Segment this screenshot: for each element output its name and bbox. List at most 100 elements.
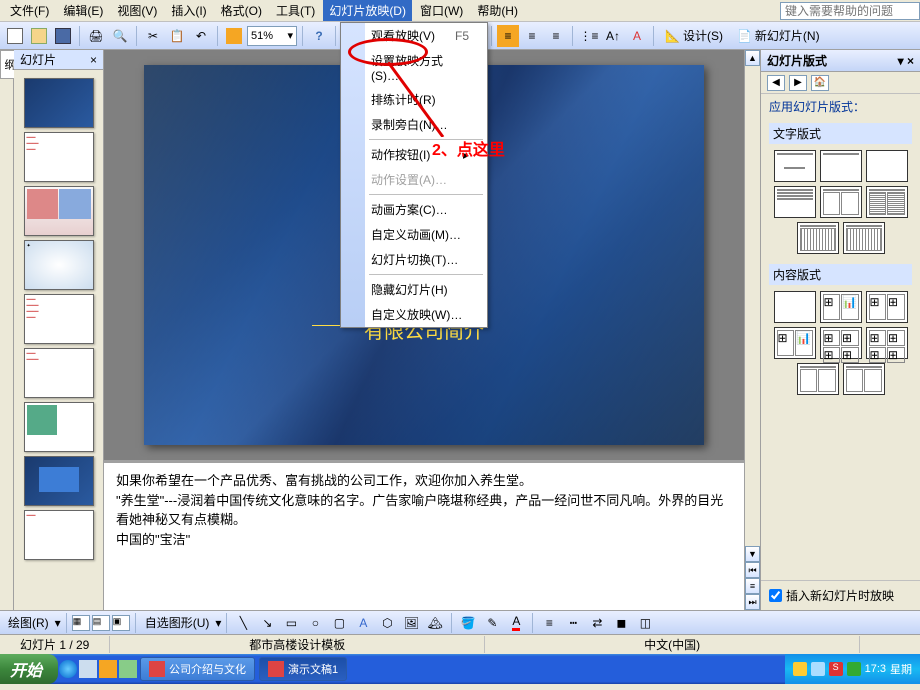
shadow-icon[interactable]: ◼ [610,612,632,634]
slide-thumb[interactable]: ━━━ [24,510,94,560]
layout-item[interactable] [820,186,862,218]
taskbar-item[interactable]: 演示文稿1 [259,657,347,681]
open-icon[interactable] [28,25,50,47]
layout-item[interactable]: ⊞⊞⊞⊞ [820,327,862,359]
menu-set-show[interactable]: 设置放映方式(S)… [341,48,487,87]
menu-tools[interactable]: 工具(T) [270,0,321,21]
layout-item[interactable] [866,186,908,218]
scroll-up-icon[interactable]: ▲ [745,50,760,66]
save-icon[interactable] [52,25,74,47]
fill-color-icon[interactable]: 🪣 [457,612,479,634]
dash-icon[interactable]: ┅ [562,612,584,634]
layout-item[interactable] [774,291,816,323]
layout-item[interactable]: ⊞⊞⊞⊞ [866,327,908,359]
tray-ime-icon[interactable]: S [829,662,843,676]
layout-item[interactable] [797,363,839,395]
wordart-icon[interactable]: A [352,612,374,634]
menu-custom-show[interactable]: 自定义放映(W)… [341,302,487,327]
ql-app2-icon[interactable] [119,660,137,678]
notes-pane[interactable]: 如果你希望在一个产品优秀、富有挑战的公司工作，欢迎你加入养生堂。 "养生堂"--… [104,460,744,610]
menu-help[interactable]: 帮助(H) [471,0,524,21]
picture-icon[interactable]: 🏔 [424,612,446,634]
arrow-icon[interactable]: ↘ [256,612,278,634]
help-search-input[interactable] [780,2,920,20]
cut-icon[interactable]: ✂ [142,25,164,47]
menu-hide-slide[interactable]: 隐藏幻灯片(H) [341,277,487,302]
system-tray[interactable]: S 17:3 星期 [785,654,920,684]
layout-item[interactable] [774,150,816,182]
slide-thumb[interactable]: ━━━━━━━━━━━━━━ [24,294,94,344]
bullets-icon[interactable]: ⋮≡ [578,25,600,47]
help-icon[interactable]: ? [308,25,330,47]
align-c-icon[interactable]: ≡ [521,25,543,47]
scroll-down-icon[interactable]: ▼ [745,546,760,562]
slide-thumb[interactable]: ✦ [24,240,94,290]
vertical-scrollbar[interactable]: ▲ ▼ ⏮ ≡ ⏭ [744,50,760,610]
draw-label[interactable]: 绘图(R) [4,614,53,631]
oval-icon[interactable]: ○ [304,612,326,634]
tray-vol-icon[interactable] [811,662,825,676]
menu-action-buttons[interactable]: 动作按钮(I)▸ [341,142,487,167]
prev-slide-icon[interactable]: ⏮ [745,562,760,578]
3d-icon[interactable]: ◫ [634,612,656,634]
ql-desktop-icon[interactable] [79,660,97,678]
menu-transition[interactable]: 幻灯片切换(T)… [341,247,487,272]
print-icon[interactable]: 🖨 [85,25,107,47]
line-weight-icon[interactable]: ≡ [538,612,560,634]
copy-icon[interactable]: 📋 [166,25,188,47]
align-l2-icon[interactable]: ≡ [497,25,519,47]
view-show-icon[interactable]: ▣ [112,615,130,631]
tray-time[interactable]: 17:3 [865,663,886,675]
menu-format[interactable]: 格式(O) [215,0,268,21]
layout-item[interactable]: ⊞📊 [820,291,862,323]
tray-day[interactable]: 星期 [890,661,912,677]
thumbs-scroll[interactable]: ━━━━━━━━━━ ✦ ━━━━━━━━━━━━━━ ━━━━━━━ ━━━ [14,70,103,610]
task-back-icon[interactable]: ◀ [767,75,785,91]
menu-rehearse[interactable]: 排练计时(R) [341,87,487,112]
layout-item[interactable] [797,222,839,254]
scroll-track[interactable] [745,66,760,546]
line-icon[interactable]: ╲ [232,612,254,634]
menu-record[interactable]: 录制旁白(N)… [341,112,487,137]
undo-icon[interactable]: ↶ [190,25,212,47]
view-normal-icon[interactable]: ▦ [72,615,90,631]
tray-net-icon[interactable] [847,662,861,676]
ql-app-icon[interactable] [99,660,117,678]
clipart-icon[interactable]: 🖼 [400,612,422,634]
tray-shield-icon[interactable] [793,662,807,676]
menu-window[interactable]: 窗口(W) [414,0,469,21]
menu-insert[interactable]: 插入(I) [165,0,212,21]
inc-size-icon[interactable]: A↑ [602,25,624,47]
view-sorter-icon[interactable]: ▤ [92,615,110,631]
thumbs-close-icon[interactable]: × [90,53,97,67]
slide-thumb[interactable] [24,186,94,236]
slide-thumb[interactable] [24,402,94,452]
insert-show-check[interactable] [769,589,782,602]
slide-nav-icon[interactable]: ≡ [745,578,760,594]
slide-thumb[interactable]: ━━━━━━━ [24,348,94,398]
diagram-icon[interactable]: ⬡ [376,612,398,634]
layout-item[interactable]: ⊞⊞ [866,291,908,323]
new-doc-icon[interactable] [4,25,26,47]
menu-file[interactable]: 文件(F) [4,0,55,21]
menu-slideshow[interactable]: 幻灯片放映(D) [323,0,412,21]
taskbar-item[interactable]: 公司介绍与文化 [140,657,255,681]
layout-item[interactable] [843,363,885,395]
task-home-icon[interactable]: 🏠 [811,75,829,91]
dec-size-icon[interactable]: A [626,25,648,47]
design-button[interactable]: 📐设计(S) [659,25,729,46]
ql-ie-icon[interactable] [59,660,77,678]
layout-item[interactable] [774,186,816,218]
table-icon[interactable] [223,25,245,47]
zoom-combo[interactable]: 51%▾ [247,26,297,46]
menu-edit[interactable]: 编辑(E) [57,0,109,21]
textbox-icon[interactable]: ▢ [328,612,350,634]
start-button[interactable]: 开始 [0,654,58,684]
insert-show-checkbox[interactable]: 插入新幻灯片时放映 [761,580,920,610]
layout-item[interactable] [843,222,885,254]
preview-icon[interactable]: 🔍 [109,25,131,47]
layout-item[interactable] [820,150,862,182]
new-slide-button[interactable]: 📄新幻灯片(N) [731,25,826,46]
next-slide-icon[interactable]: ⏭ [745,594,760,610]
slide-thumb[interactable]: ━━━━━━━━━━ [24,132,94,182]
